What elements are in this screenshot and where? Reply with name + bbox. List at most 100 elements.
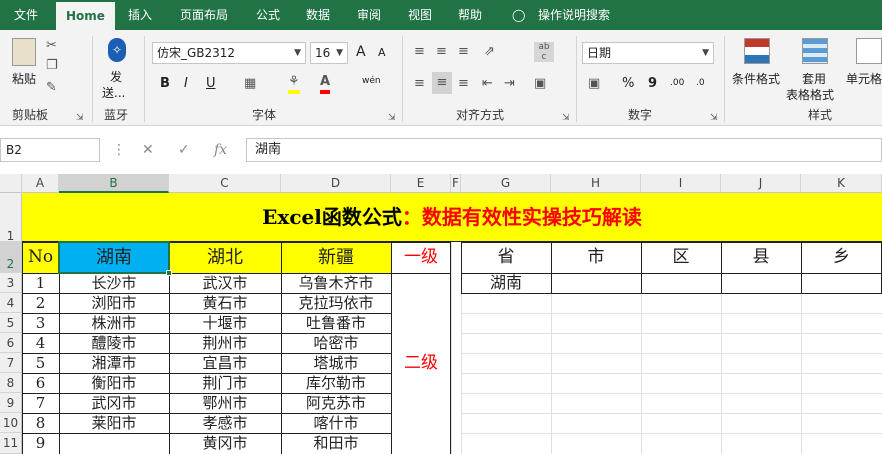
row-header-8[interactable]: 8	[0, 373, 22, 393]
header-township[interactable]: 乡	[801, 242, 882, 273]
hubei-city-cell[interactable]: 荆州市	[169, 333, 281, 353]
hubei-city-cell[interactable]: 黄冈市	[169, 433, 281, 454]
header-province[interactable]: 省	[461, 242, 551, 273]
enter-icon[interactable]: ✓	[178, 138, 190, 162]
province-value[interactable]: 湖南	[461, 273, 551, 293]
column-header-h[interactable]: H	[551, 174, 641, 193]
cut-icon[interactable]: ✂	[46, 38, 57, 54]
comma-button[interactable]: 9	[648, 76, 657, 91]
xinjiang-city-cell[interactable]: 阿克苏市	[281, 393, 391, 413]
align-right-icon[interactable]: ≡	[458, 76, 469, 92]
hubei-city-cell[interactable]: 武汉市	[169, 273, 281, 293]
bold-button[interactable]: B	[160, 76, 170, 91]
bluetooth-send-label[interactable]: 发	[110, 68, 122, 85]
row-header-6[interactable]: 6	[0, 333, 22, 353]
no-cell[interactable]: 2	[22, 293, 59, 313]
header-level1[interactable]: 一级	[391, 242, 451, 273]
borders-icon[interactable]: ▦	[244, 76, 256, 92]
header-hubei[interactable]: 湖北	[169, 242, 281, 273]
decrease-decimal-button[interactable]: .0	[696, 78, 705, 88]
font-color-icon[interactable]: A	[320, 74, 331, 94]
menu-formulas[interactable]: 公式	[256, 0, 280, 30]
paste-icon[interactable]	[12, 38, 36, 66]
column-header-b[interactable]: B	[59, 174, 169, 193]
hubei-city-cell[interactable]: 荆门市	[169, 373, 281, 393]
column-header-g[interactable]: G	[461, 174, 551, 193]
no-cell[interactable]: 7	[22, 393, 59, 413]
align-center-icon[interactable]: ≡	[432, 72, 452, 94]
row-header-1[interactable]: 1	[0, 193, 22, 243]
number-format-dropdown[interactable]: 日期 ▼	[582, 42, 714, 64]
hunan-city-cell[interactable]: 湘潭市	[59, 353, 169, 373]
menu-view[interactable]: 视图	[408, 0, 432, 30]
xinjiang-city-cell[interactable]: 吐鲁番市	[281, 313, 391, 333]
no-cell[interactable]: 1	[22, 273, 59, 293]
format-painter-icon[interactable]: ✎	[46, 80, 57, 96]
column-header-i[interactable]: I	[641, 174, 721, 193]
hunan-city-cell[interactable]: 衡阳市	[59, 373, 169, 393]
row-header-3[interactable]: 3	[0, 273, 22, 293]
increase-indent-icon[interactable]: ⇥	[504, 76, 515, 92]
format-as-table-button[interactable]: 套用	[802, 70, 826, 87]
hunan-city-cell[interactable]: 醴陵市	[59, 333, 169, 353]
xinjiang-city-cell[interactable]: 克拉玛依市	[281, 293, 391, 313]
italic-button[interactable]: I	[184, 76, 188, 91]
xinjiang-city-cell[interactable]: 乌鲁木齐市	[281, 273, 391, 293]
label-level2[interactable]: 二级	[391, 273, 451, 454]
header-xinjiang[interactable]: 新疆	[281, 242, 391, 273]
underline-button[interactable]: U	[206, 76, 216, 91]
xinjiang-city-cell[interactable]: 和田市	[281, 433, 391, 454]
column-header-a[interactable]: A	[22, 174, 59, 193]
hunan-city-cell[interactable]: 长沙市	[59, 273, 169, 293]
dialog-launcher-icon[interactable]: ⇲	[388, 110, 396, 126]
name-box[interactable]: B2	[0, 138, 100, 162]
menu-help[interactable]: 帮助	[458, 0, 482, 30]
bluetooth-send-label-2[interactable]: 送...	[102, 84, 125, 101]
row-header-2[interactable]: 2	[0, 242, 22, 273]
menu-file[interactable]: 文件	[14, 0, 38, 30]
bluetooth-icon[interactable]: ✧	[108, 38, 126, 62]
hubei-city-cell[interactable]: 十堰市	[169, 313, 281, 333]
hunan-city-cell[interactable]: 株洲市	[59, 313, 169, 333]
menu-home[interactable]: Home	[56, 2, 115, 30]
align-top-icon[interactable]: ≡	[414, 44, 425, 60]
shrink-font-button[interactable]: A	[378, 46, 386, 59]
hunan-city-cell[interactable]: 武冈市	[59, 393, 169, 413]
paste-button[interactable]: 粘贴	[12, 70, 36, 87]
hubei-city-cell[interactable]: 鄂州市	[169, 393, 281, 413]
hunan-city-cell[interactable]: 莱阳市	[59, 413, 169, 433]
header-city[interactable]: 市	[551, 242, 641, 273]
no-cell[interactable]: 5	[22, 353, 59, 373]
insert-function-button[interactable]: fx	[214, 138, 227, 162]
xinjiang-city-cell[interactable]: 喀什市	[281, 413, 391, 433]
row-header-5[interactable]: 5	[0, 313, 22, 333]
row-header-11[interactable]: 11	[0, 433, 22, 454]
no-cell[interactable]: 9	[22, 433, 59, 454]
hunan-city-cell[interactable]: 浏阳市	[59, 293, 169, 313]
no-cell[interactable]: 8	[22, 413, 59, 433]
currency-icon[interactable]: ▣	[588, 76, 600, 92]
column-header-k[interactable]: K	[801, 174, 882, 193]
row-header-7[interactable]: 7	[0, 353, 22, 373]
sheet-title[interactable]: Excel函数公式：数据有效性实操技巧解读	[22, 193, 882, 242]
fill-handle[interactable]	[166, 270, 172, 276]
align-bottom-icon[interactable]: ≡	[458, 44, 469, 60]
percent-button[interactable]: %	[622, 76, 634, 91]
menu-data[interactable]: 数据	[306, 0, 330, 30]
decrease-indent-icon[interactable]: ⇤	[482, 76, 493, 92]
select-all-corner[interactable]	[0, 174, 22, 193]
phonetic-button[interactable]: wén	[362, 76, 381, 86]
align-left-icon[interactable]: ≡	[414, 76, 425, 92]
align-middle-icon[interactable]: ≡	[436, 44, 447, 60]
format-as-table-icon[interactable]	[802, 38, 828, 64]
header-no[interactable]: No	[22, 242, 59, 273]
column-header-e[interactable]: E	[391, 174, 451, 193]
hubei-city-cell[interactable]: 黄石市	[169, 293, 281, 313]
no-cell[interactable]: 3	[22, 313, 59, 333]
merge-center-icon[interactable]: ▣	[534, 76, 546, 92]
column-header-d[interactable]: D	[281, 174, 391, 193]
row-header-9[interactable]: 9	[0, 393, 22, 413]
hubei-city-cell[interactable]: 孝感市	[169, 413, 281, 433]
xinjiang-city-cell[interactable]: 库尔勒市	[281, 373, 391, 393]
increase-decimal-button[interactable]: .00	[670, 78, 684, 88]
